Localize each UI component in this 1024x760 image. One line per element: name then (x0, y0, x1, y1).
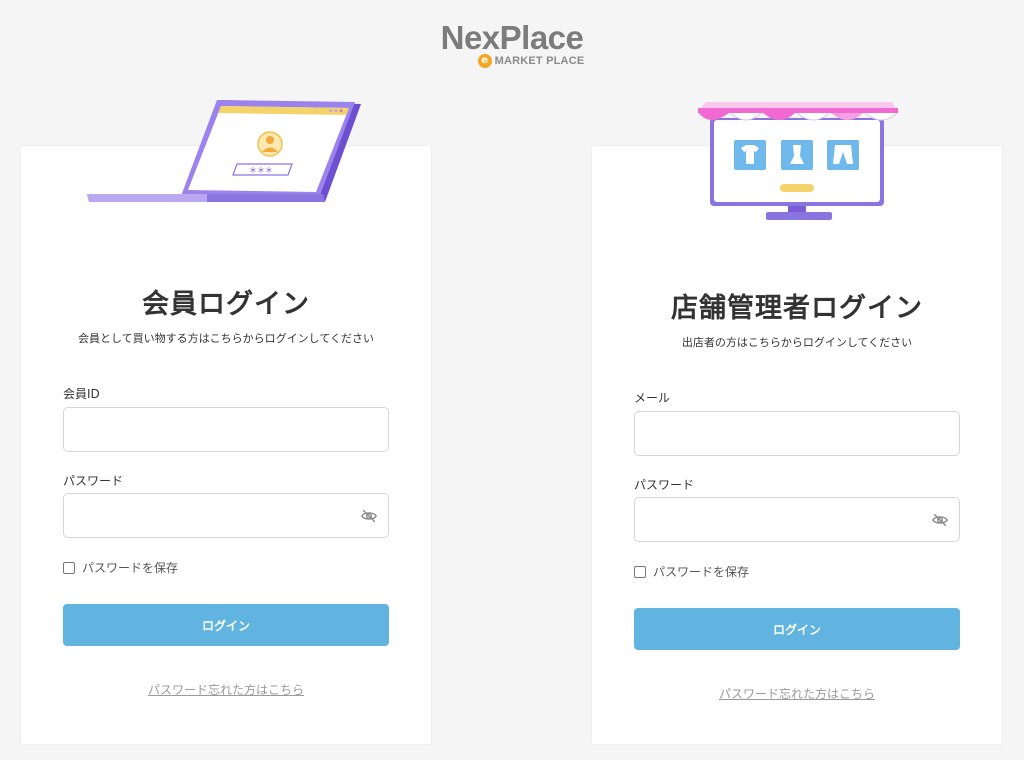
eye-slash-icon[interactable] (360, 507, 378, 525)
site-logo[interactable]: NexPlace e MARKET PLACE (0, 20, 1024, 68)
logo-tagline-text: MARKET PLACE (494, 55, 585, 67)
store-forgot-password-link[interactable]: パスワード忘れた方はこちら (592, 685, 1002, 702)
member-login-subtitle: 会員として買い物する方はこちらからログインしてください (77, 332, 374, 345)
eye-slash-icon[interactable] (931, 511, 949, 529)
member-login-title: 会員ログイン (142, 289, 310, 320)
store-login-button[interactable]: ログイン (634, 608, 960, 650)
member-password-input[interactable] (63, 493, 389, 538)
store-remember-row[interactable]: パスワードを保存 (634, 563, 749, 580)
member-id-label: 会員ID (63, 387, 100, 401)
store-remember-checkbox[interactable] (634, 565, 646, 578)
laptop-login-illustration: ＊＊＊ (87, 100, 361, 202)
store-remember-label[interactable]: パスワードを保存 (653, 563, 749, 580)
store-email-label: メール (634, 391, 671, 405)
store-login-title: 店舗管理者ログイン (671, 293, 923, 324)
store-login-card: 店舗管理者ログイン 出店者の方はこちらからログインしてください メール パスワー… (592, 146, 1002, 744)
member-login-card: 会員ログイン 会員として買い物する方はこちらからログインしてください 会員ID … (21, 146, 431, 744)
store-password-input[interactable] (634, 497, 960, 542)
member-remember-row[interactable]: パスワードを保存 (63, 559, 178, 576)
member-remember-label[interactable]: パスワードを保存 (82, 559, 178, 576)
login-page: NexPlace e MARKET PLACE 会員ログイン 会員として買い物す… (0, 0, 1024, 760)
logo-text: NexPlace (440, 19, 584, 56)
store-password-label: パスワード (634, 478, 695, 492)
store-login-subtitle: 出店者の方はこちらからログインしてください (681, 336, 913, 349)
logo-tagline: e MARKET PLACE (38, 54, 1024, 68)
member-forgot-password-link[interactable]: パスワード忘れた方はこちら (21, 681, 431, 698)
member-password-label: パスワード (63, 474, 124, 488)
storefront-monitor-illustration (698, 102, 900, 220)
logo-badge-icon: e (477, 54, 492, 68)
member-login-button[interactable]: ログイン (63, 604, 389, 646)
member-remember-checkbox[interactable] (63, 561, 75, 574)
store-email-input[interactable] (634, 411, 960, 456)
member-id-input[interactable] (63, 407, 389, 452)
masked-password-text: ＊＊＊ (249, 166, 273, 175)
